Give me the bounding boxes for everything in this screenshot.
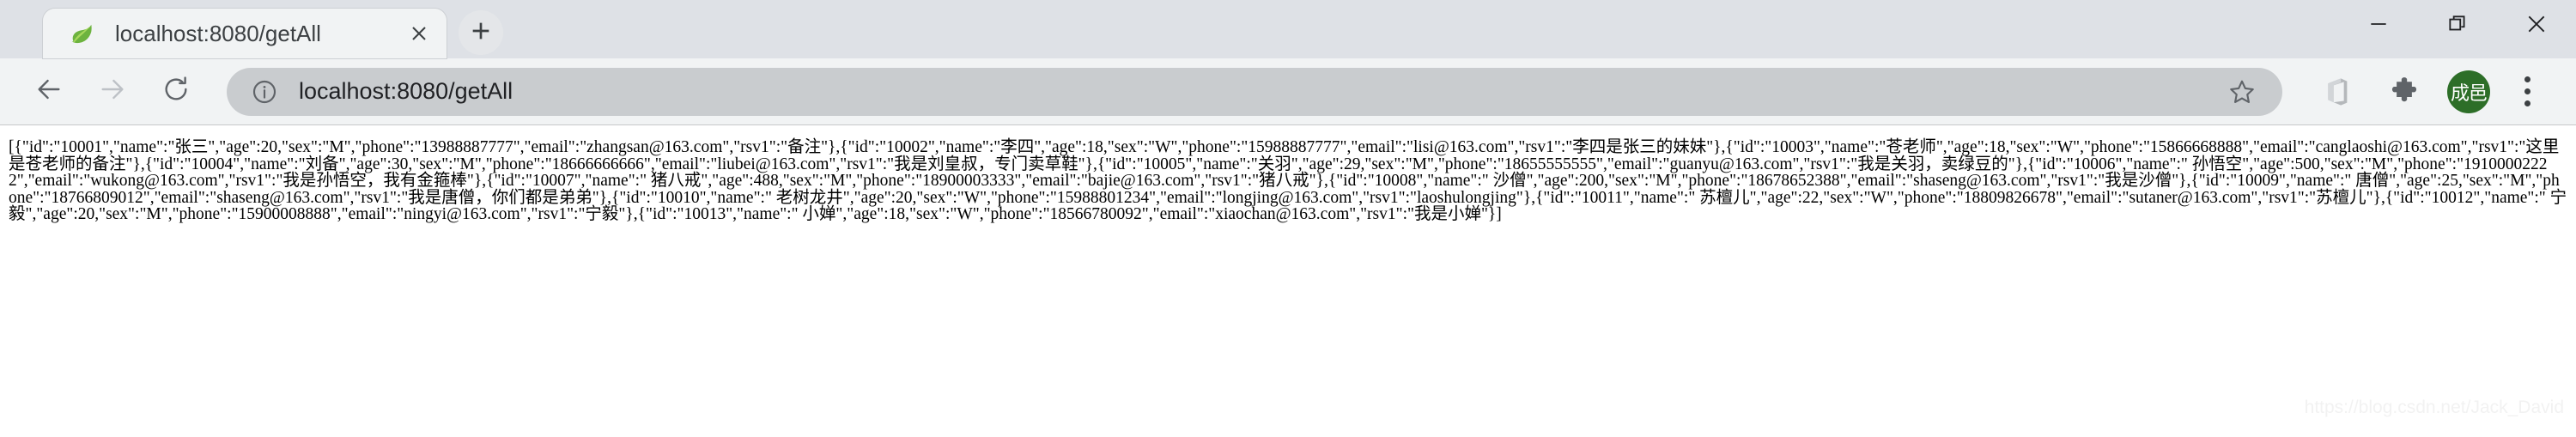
page-content: [{"id":"10001","name":"张三","age":20,"sex… xyxy=(0,125,2576,437)
info-circle-icon[interactable] xyxy=(247,75,282,109)
arrow-right-icon xyxy=(98,75,127,108)
address-bar[interactable]: localhost:8080/getAll xyxy=(227,67,2282,116)
json-response-body: [{"id":"10001","name":"张三","age":20,"sex… xyxy=(9,138,2567,223)
plus-icon xyxy=(469,19,493,47)
minimize-button[interactable] xyxy=(2339,0,2418,52)
new-tab-button[interactable] xyxy=(459,10,503,55)
avatar[interactable]: 成邑 xyxy=(2447,70,2490,113)
avatar-initials: 成邑 xyxy=(2450,82,2488,104)
three-dot-menu-icon[interactable] xyxy=(2504,66,2550,118)
tab-strip: localhost:8080/getAll xyxy=(0,0,2576,58)
puzzle-piece-icon[interactable] xyxy=(2379,66,2430,118)
restore-icon xyxy=(2446,13,2469,39)
reload-icon xyxy=(161,75,191,108)
close-button[interactable] xyxy=(2497,0,2576,52)
url-text[interactable]: localhost:8080/getAll xyxy=(299,78,2222,105)
back-button[interactable] xyxy=(22,65,76,118)
office-icon[interactable] xyxy=(2312,66,2363,118)
menu-dot xyxy=(2524,88,2530,94)
watermark: https://blog.csdn.net/Jack_David xyxy=(2304,398,2564,417)
window-close-icon xyxy=(2525,13,2548,39)
spring-leaf-icon xyxy=(67,19,96,48)
star-icon[interactable] xyxy=(2222,72,2262,112)
close-icon[interactable] xyxy=(400,15,438,52)
browser-toolbar: localhost:8080/getAll 成邑 xyxy=(0,58,2576,125)
menu-dot xyxy=(2524,76,2530,82)
browser-window: localhost:8080/getAll localhost:8080/get… xyxy=(0,0,2576,437)
window-controls xyxy=(2339,0,2576,52)
reload-button[interactable] xyxy=(149,65,203,118)
minimize-icon xyxy=(2367,13,2390,39)
arrow-left-icon xyxy=(34,75,64,108)
forward-button[interactable] xyxy=(86,65,139,118)
menu-dot xyxy=(2524,100,2530,106)
restore-button[interactable] xyxy=(2418,0,2497,52)
browser-tab-active[interactable]: localhost:8080/getAll xyxy=(43,9,447,58)
tab-title: localhost:8080/getAll xyxy=(115,20,321,46)
